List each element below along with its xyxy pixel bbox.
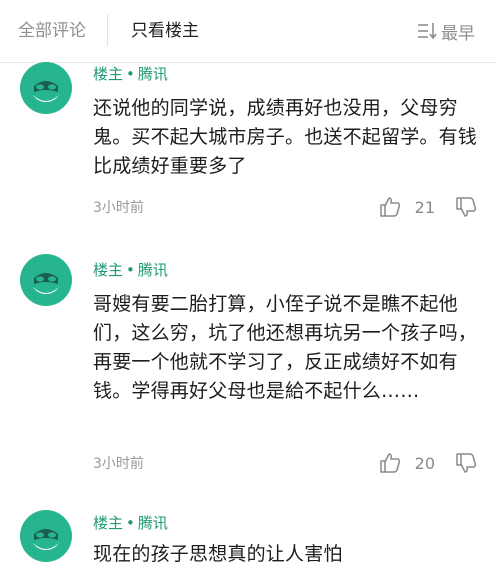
sort-button[interactable]: 最早	[417, 19, 475, 44]
masked-user-icon	[33, 81, 59, 102]
avatar[interactable]	[20, 254, 72, 306]
comment-time: 3小时前	[93, 200, 144, 216]
like-count: 21	[414, 197, 435, 217]
author-name[interactable]: 楼主	[93, 261, 123, 279]
sort-icon	[417, 22, 441, 40]
author-name[interactable]: 楼主	[93, 514, 123, 532]
author-source: 腾讯	[137, 65, 168, 83]
masked-user-icon	[33, 529, 59, 550]
avatar[interactable]	[20, 62, 72, 114]
like-count: 20	[414, 453, 435, 473]
thumbs-down-icon[interactable]	[455, 196, 477, 218]
comment-meta: 楼主 • 腾讯	[93, 514, 168, 532]
author-source: 腾讯	[137, 514, 168, 532]
comment-text: 还说他的同学说，成绩再好也没用，父母穷鬼。买不起大城市房子。也送不起留学。有钱比…	[93, 97, 478, 177]
comment-text: 现在的孩子思想真的让人害怕	[93, 543, 343, 565]
author-source: 腾讯	[137, 261, 168, 279]
avatar[interactable]	[20, 510, 72, 562]
comment-tabs-bar: 全部评论 只看楼主 最早	[0, 0, 497, 63]
comment-actions: 21	[379, 196, 477, 218]
masked-user-icon	[33, 273, 59, 294]
comment-actions: 20	[379, 452, 477, 474]
sort-label: 最早	[441, 23, 475, 44]
thumbs-up-icon[interactable]	[379, 452, 401, 474]
thumbs-up-icon[interactable]	[379, 196, 401, 218]
tab-op-only[interactable]: 只看楼主	[131, 19, 199, 43]
comment-text: 哥嫂有要二胎打算，小侄子说不是瞧不起他们，这么穷，坑了他还想再坑另一个孩子吗，再…	[93, 293, 478, 402]
author-name[interactable]: 楼主	[93, 65, 123, 83]
thumbs-down-icon[interactable]	[455, 452, 477, 474]
comment-time: 3小时前	[93, 456, 144, 472]
tab-divider	[107, 14, 108, 46]
tab-all-comments[interactable]: 全部评论	[18, 19, 86, 43]
comment-meta: 楼主 • 腾讯	[93, 261, 168, 279]
comment-meta: 楼主 • 腾讯	[93, 65, 168, 83]
